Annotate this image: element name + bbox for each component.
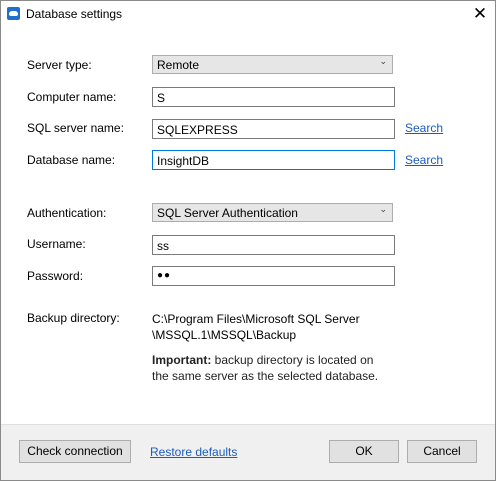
sql-server-name-value: SQLEXPRESS <box>157 123 238 137</box>
chevron-down-icon: ⌄ <box>379 204 387 214</box>
computer-name-value: S <box>157 91 166 105</box>
database-name-input[interactable]: InsightDB <box>152 150 395 170</box>
authentication-label: Authentication: <box>27 206 107 220</box>
computer-name-label: Computer name: <box>27 90 117 104</box>
username-label: Username: <box>27 237 86 251</box>
password-label: Password: <box>27 269 84 283</box>
sql-server-name-input[interactable]: SQLEXPRESS <box>152 119 395 139</box>
dialog-footer: Check connection Restore defaults OK Can… <box>1 424 495 480</box>
database-name-label: Database name: <box>27 153 116 167</box>
backup-path-line-2: \MSSQL.1\MSSQL\Backup <box>152 328 297 342</box>
title-bar: Database settings ✕ <box>1 1 495 29</box>
database-app-icon <box>7 7 20 20</box>
search-sql-server-link[interactable]: Search <box>405 121 443 135</box>
window-title: Database settings <box>26 7 123 21</box>
server-type-value: Remote <box>157 58 200 72</box>
authentication-select[interactable]: SQL Server Authentication ⌄ <box>152 203 393 222</box>
backup-directory-label: Backup directory: <box>27 311 120 325</box>
note-bold: Important: <box>152 353 212 367</box>
password-input[interactable]: ●● <box>152 266 395 286</box>
server-type-select[interactable]: Remote ⌄ <box>152 55 393 74</box>
chevron-down-icon: ⌄ <box>379 56 387 66</box>
server-type-label: Server type: <box>27 58 92 72</box>
username-input[interactable]: ss <box>152 235 395 255</box>
search-database-link[interactable]: Search <box>405 153 443 167</box>
username-value: ss <box>157 239 169 253</box>
sql-server-name-label: SQL server name: <box>27 121 124 135</box>
restore-defaults-link[interactable]: Restore defaults <box>150 445 237 459</box>
authentication-value: SQL Server Authentication <box>157 206 298 220</box>
check-connection-button[interactable]: Check connection <box>19 440 131 463</box>
close-icon[interactable]: ✕ <box>465 1 495 27</box>
database-name-value: InsightDB <box>157 154 210 168</box>
password-value: ●● <box>157 270 172 281</box>
computer-name-input[interactable]: S <box>152 87 395 107</box>
database-settings-dialog: Database settings ✕ Server type: Remote … <box>0 0 496 481</box>
backup-important-note: Important: backup directory is located o… <box>152 352 392 384</box>
ok-button[interactable]: OK <box>329 440 399 463</box>
backup-directory-path: C:\Program Files\Microsoft SQL Server \M… <box>152 311 360 343</box>
backup-path-line-1: C:\Program Files\Microsoft SQL Server <box>152 312 360 326</box>
cancel-button[interactable]: Cancel <box>407 440 477 463</box>
